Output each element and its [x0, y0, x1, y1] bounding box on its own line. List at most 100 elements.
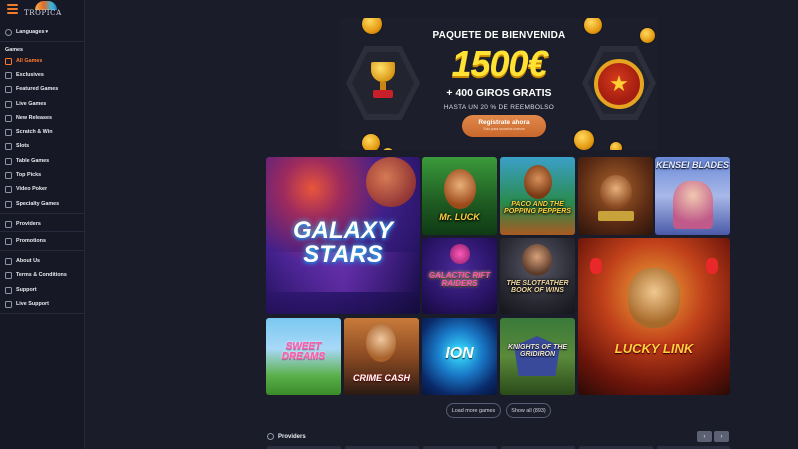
coin-icon	[362, 134, 380, 150]
game-title: LUCKY LINK	[614, 341, 694, 356]
languages-selector[interactable]: Languages ▾	[0, 25, 85, 39]
live-icon	[5, 100, 12, 108]
sidebar-item-label: Slots	[16, 143, 30, 149]
game-tile-galactic-rift-raiders[interactable]: GALACTIC RIFT RAIDERS	[422, 238, 497, 314]
game-title: KNIGHTS OF THE GRIDIRON	[507, 344, 568, 358]
sidebar-item-live-support[interactable]: Live Support	[0, 297, 85, 311]
banner-amount: 1500€	[451, 43, 547, 84]
sidebar-item-video-poker[interactable]: Video Poker	[0, 182, 85, 196]
horseshoe-icon	[5, 57, 12, 65]
game-tile-paco[interactable]: PACO AND THE POPPING PEPPERS	[500, 157, 575, 235]
brand-logo[interactable]: TROPICA	[24, 1, 64, 19]
game-title: ION	[445, 345, 474, 362]
menu-icon[interactable]	[7, 4, 18, 14]
gift-icon	[5, 237, 12, 245]
providers-next-button[interactable]: ›	[714, 431, 729, 442]
register-button-label: Regístrate ahora	[478, 119, 530, 126]
poker-icon	[5, 185, 12, 193]
game-tile-slotfather[interactable]: THE SLOTFATHER BOOK OF WINS	[500, 238, 575, 314]
welcome-banner[interactable]: ★ PAQUETE DE BIENVENIDA 1500€ + 400 GIRO…	[340, 18, 658, 150]
load-more-button[interactable]: Load more games	[446, 403, 501, 418]
game-tile-crime-cash[interactable]: CRIME CASH	[344, 318, 419, 395]
sidebar-item-label: About Us	[16, 258, 40, 264]
exclusive-icon	[5, 71, 12, 79]
scratch-icon	[5, 128, 12, 136]
game-tile-ion[interactable]: ION	[422, 318, 497, 395]
game-tile-sweet-dreams[interactable]: SWEET DREAMS	[266, 318, 341, 395]
game-tile-galaxy-stars[interactable]: GALAXY STARS	[266, 157, 420, 314]
sidebar-item-all-games[interactable]: All Games	[0, 54, 85, 68]
caret-down-icon: ▾	[45, 29, 48, 35]
sidebar-item-label: Scratch & Win	[16, 129, 53, 135]
terms-icon	[5, 271, 12, 279]
sidebar-item-scratch-win[interactable]: Scratch & Win	[0, 125, 85, 139]
game-tile-kensei-blades[interactable]: KENSEI BLADES	[655, 157, 730, 235]
providers-prev-button[interactable]: ‹	[697, 431, 712, 442]
game-title: SWEET DREAMS	[281, 341, 326, 362]
new-icon	[5, 114, 12, 122]
game-title: THE SLOTFATHER BOOK OF WINS	[506, 280, 569, 294]
sidebar-item-providers[interactable]: Providers	[0, 217, 85, 231]
banner-spins: + 400 GIROS GRATIS	[446, 87, 552, 99]
sidebar-item-exclusives[interactable]: Exclusives	[0, 68, 85, 82]
divider	[0, 250, 85, 251]
sidebar-item-slots[interactable]: Slots	[0, 139, 85, 153]
chat-icon	[5, 300, 12, 308]
sidebar-item-label: Featured Games	[16, 86, 59, 92]
sidebar-item-label: Promotions	[16, 238, 46, 244]
divider	[0, 231, 85, 232]
sidebar-item-label: Table Games	[16, 158, 50, 164]
coin-icon	[382, 148, 394, 150]
sidebar-item-specialty-games[interactable]: Specialty Games	[0, 197, 85, 211]
sidebar-item-label: Live Games	[16, 101, 47, 107]
game-tile-adventure[interactable]	[578, 157, 653, 235]
games-section-label: Games	[5, 47, 23, 53]
register-button-sublabel: Solo para usuarios nuevos	[483, 127, 525, 131]
providers-heading-label: Providers	[278, 433, 306, 440]
sidebar-item-promotions[interactable]: Promotions	[0, 234, 85, 248]
sidebar-item-label: Terms & Conditions	[16, 272, 67, 278]
sidebar-item-new-releases[interactable]: New Releases	[0, 111, 85, 125]
banner-refund: HASTA UN 20 % DE REEMBOLSO	[443, 104, 555, 111]
specialty-icon	[5, 200, 12, 208]
sidebar-item-support[interactable]: Support	[0, 283, 85, 297]
sidebar-item-label: Exclusives	[16, 72, 44, 78]
slot-icon	[5, 142, 12, 150]
sidebar-header: TROPICA	[0, 0, 85, 20]
show-all-button[interactable]: Show all (893)	[506, 403, 551, 418]
divider	[0, 213, 85, 214]
top-picks-icon	[5, 171, 12, 179]
sidebar-item-live-games[interactable]: Live Games	[0, 97, 85, 111]
game-tile-mr-luck[interactable]: Mr. LUCK	[422, 157, 497, 235]
sidebar-item-about-us[interactable]: About Us	[0, 254, 85, 268]
divider	[0, 41, 85, 42]
sidebar-item-terms[interactable]: Terms & Conditions	[0, 268, 85, 282]
providers-icon	[5, 220, 12, 228]
sidebar-item-top-picks[interactable]: Top Picks	[0, 168, 85, 182]
sidebar-item-label: All Games	[16, 58, 43, 64]
game-title: Mr. LUCK	[439, 212, 480, 222]
info-icon	[5, 257, 12, 265]
languages-label: Languages	[16, 29, 45, 35]
sidebar-item-featured-games[interactable]: Featured Games	[0, 82, 85, 96]
game-title: GALACTIC RIFT RAIDERS	[428, 271, 491, 288]
sidebar-item-label: Video Poker	[16, 186, 48, 192]
sidebar-item-label: New Releases	[16, 115, 52, 121]
game-tile-knights-gridiron[interactable]: KNIGHTS OF THE GRIDIRON	[500, 318, 575, 395]
support-icon	[5, 286, 12, 294]
sidebar-item-label: Specialty Games	[16, 201, 60, 207]
logo-text: TROPICA	[24, 9, 62, 17]
game-title: KENSEI BLADES	[655, 160, 729, 170]
game-tile-lucky-link[interactable]: LUCKY LINK	[578, 238, 730, 395]
providers-icon	[267, 433, 274, 440]
sidebar-item-table-games[interactable]: Table Games	[0, 154, 85, 168]
coin-icon	[574, 130, 594, 150]
register-button[interactable]: Regístrate ahora Solo para usuarios nuev…	[462, 115, 546, 137]
banner-title: PAQUETE DE BIENVENIDA	[432, 30, 566, 41]
divider	[0, 313, 85, 314]
game-title: PACO AND THE POPPING PEPPERS	[504, 201, 571, 215]
globe-icon	[5, 28, 12, 36]
featured-icon	[5, 85, 12, 93]
sidebar-item-label: Top Picks	[16, 172, 42, 178]
sidebar-item-label: Support	[16, 287, 37, 293]
